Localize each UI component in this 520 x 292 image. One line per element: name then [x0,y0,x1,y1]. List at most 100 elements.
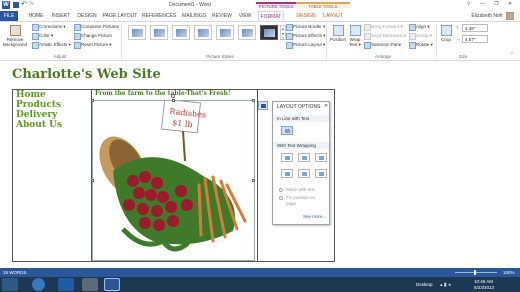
nav-item-home[interactable]: Home [16,90,62,100]
picture-styles-group-label: Picture Styles [206,54,234,59]
clock-date[interactable]: 5/23/2013 [474,285,494,290]
behind-text-icon[interactable] [298,169,310,178]
resize-handle[interactable] [172,99,175,102]
tab-references[interactable]: REFERENCES [142,11,176,21]
square-wrap-icon[interactable] [281,153,293,162]
width-input[interactable]: 4.57" [462,35,488,43]
bring-forward-button[interactable]: Bring Forward ▾ [364,23,403,31]
move-with-text-radio[interactable] [279,188,283,192]
picture-style-7[interactable] [260,25,278,40]
align-button[interactable]: Align ▾ [409,23,430,31]
page-heading[interactable]: Charlotte's Web Site [12,67,161,82]
clock-time[interactable]: 10:46 AM [474,279,493,284]
tab-view[interactable]: VIEW [236,11,254,21]
word-app-icon[interactable]: W [2,1,10,9]
internet-explorer-icon[interactable] [32,278,45,291]
position-label: Position [329,37,346,42]
minimize-button[interactable]: — [480,1,485,7]
selection-pane-button[interactable]: Selection Pane [364,41,401,49]
picture-layout-button[interactable]: Picture Layout ▾ [286,41,325,49]
user-name[interactable]: Elizabeth Noh [470,11,504,21]
artistic-effects-button[interactable]: Artistic Effects ▾ [32,41,71,49]
desktop-label[interactable]: Desktop [416,282,433,287]
restore-button[interactable]: ❐ [494,1,498,7]
zoom-level[interactable]: 100% [503,270,515,275]
picture-style-1[interactable] [128,25,146,40]
crop-label: Crop [441,37,451,42]
zoom-slider[interactable] [455,272,497,273]
send-backward-button[interactable]: Send Backward ▾ [364,32,406,40]
tab-table-design[interactable]: DESIGN [294,11,318,21]
fix-position-radio[interactable] [279,196,283,200]
in-front-of-text-icon[interactable] [315,169,327,178]
arrange-group-label: Arrange [374,54,391,59]
tight-wrap-icon[interactable] [298,153,310,162]
right-cell[interactable] [257,90,258,261]
picture-border-button[interactable]: Picture Border ▾ [286,23,325,31]
color-button[interactable]: Color ▾ [32,32,53,40]
picture-style-6[interactable] [238,25,256,40]
wrap-text-button[interactable]: Wrap Text ▾ [348,25,362,47]
tab-review[interactable]: REVIEW [210,11,234,21]
tab-mailings[interactable]: MAILINGS [180,11,208,21]
picture-effects-button[interactable]: Picture Effects ▾ [286,32,325,40]
tab-file[interactable]: FILE [0,11,18,21]
nav-item-delivery[interactable]: Delivery [16,110,62,120]
through-wrap-icon[interactable] [315,153,327,162]
inline-wrap-icon[interactable] [281,126,293,135]
resize-handle[interactable] [252,99,255,102]
position-button[interactable]: Position [328,25,348,42]
crop-button[interactable]: Crop [439,25,453,42]
tab-page-layout[interactable]: PAGE LAYOUT [102,11,138,21]
group-button[interactable]: Group ▾ [409,32,432,40]
close-icon[interactable]: ✕ [324,103,328,109]
picture-style-2[interactable] [150,25,168,40]
crop-icon [440,25,452,36]
resize-handle[interactable] [252,179,255,182]
collapse-ribbon-icon[interactable]: ⌃ [510,52,514,58]
with-wrapping-heading: With Text Wrapping [273,142,329,149]
in-line-heading: In Line with Text [273,115,329,122]
close-button[interactable]: ✕ [508,1,512,7]
tab-format[interactable]: FORMAT [258,11,284,21]
start-icon[interactable] [2,278,18,291]
remove-background-label-2: Background [2,42,28,47]
layout-options-button[interactable] [258,101,268,110]
radishes-picture[interactable]: Radishes $1 lb [91,94,255,261]
save-icon[interactable] [13,2,19,8]
tab-home[interactable]: HOME [26,11,46,21]
help-button[interactable]: ? [467,2,470,8]
tagline[interactable]: From the farm to the table-That's Fresh! [95,90,231,97]
change-picture-button[interactable]: Change Picture [74,32,112,40]
remove-background-button[interactable]: Remove Background [2,25,28,47]
picture-style-5[interactable] [216,25,234,40]
redo-icon[interactable]: ↷ [28,0,34,8]
picture-style-3[interactable] [172,25,190,40]
outlook-icon[interactable] [58,278,74,291]
rotate-handle[interactable] [171,94,175,98]
status-bar: 15 WORDS 100% [0,268,520,277]
zoom-thumb[interactable] [474,270,476,275]
reset-picture-button[interactable]: Reset Picture ▾ [74,41,112,49]
resize-handle[interactable] [91,179,94,182]
top-bottom-wrap-icon[interactable] [281,169,293,178]
tray-icons[interactable]: ▴ ▮ ◂ [440,282,451,288]
nav-item-products[interactable]: Products [16,100,62,110]
undo-icon[interactable]: ↶ [21,0,27,8]
picture-style-4[interactable] [194,25,212,40]
word-count[interactable]: 15 WORDS [3,270,27,275]
tab-insert[interactable]: INSERT [50,11,72,21]
see-more-link[interactable]: See more... [303,214,326,219]
resize-handle[interactable] [91,99,94,102]
tab-table-layout[interactable]: LAYOUT [322,11,344,21]
nav-item-about-us[interactable]: About Us [16,120,62,130]
tab-design[interactable]: DESIGN [76,11,98,21]
height-input[interactable]: 4.38" [462,24,488,32]
word-taskbar-icon[interactable] [104,278,120,291]
corrections-button[interactable]: Corrections ▾ [32,23,66,31]
media-icon[interactable] [82,278,98,291]
rotate-button[interactable]: Rotate ▾ [409,41,433,49]
divider [436,24,437,59]
avatar[interactable] [506,12,514,20]
compress-pictures-button[interactable]: Compress Pictures [74,23,119,31]
